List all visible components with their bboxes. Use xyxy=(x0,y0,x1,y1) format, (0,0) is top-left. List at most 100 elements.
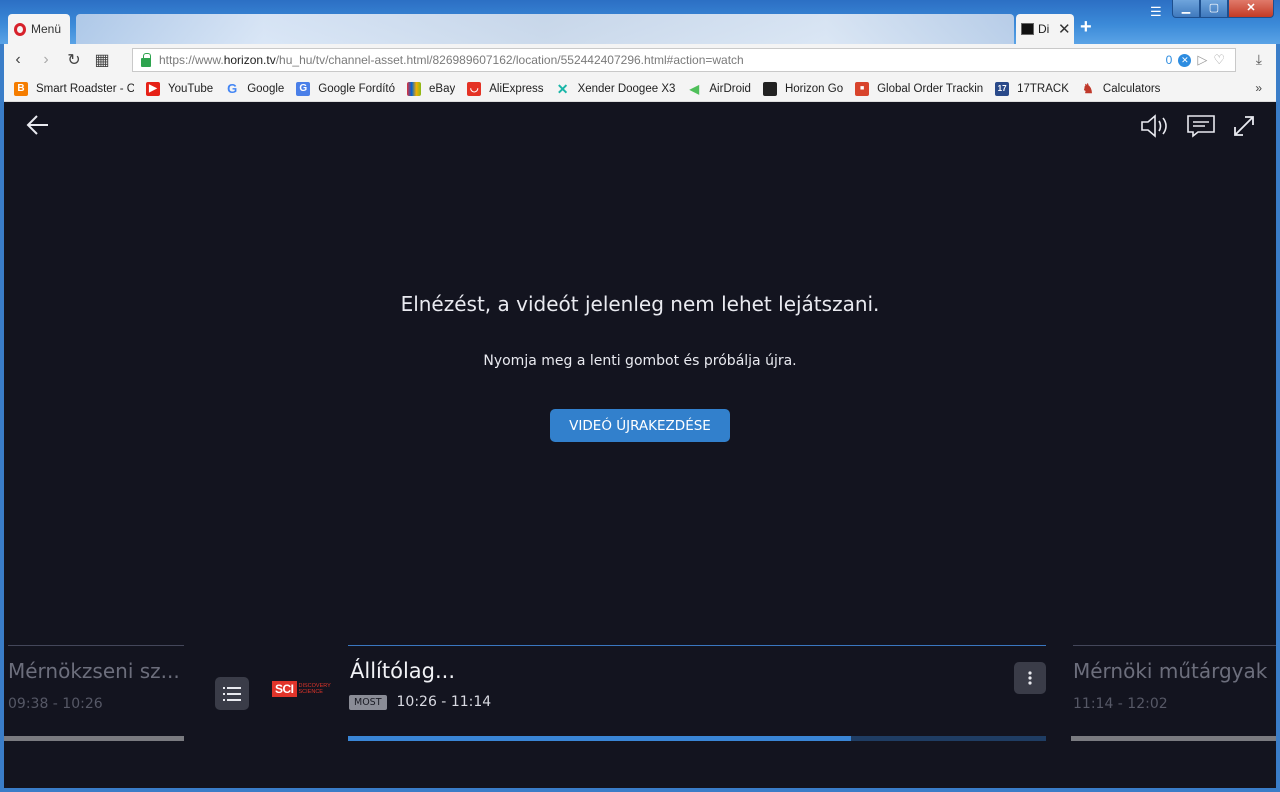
bookmark-label: Xender Doogee X3 xyxy=(577,82,676,95)
bookmark-item[interactable]: ▶ YouTube xyxy=(146,81,214,96)
bookmark-item[interactable]: G Google Fordító xyxy=(296,81,396,96)
window-border xyxy=(0,44,4,792)
tab-favicon-icon xyxy=(1021,23,1034,35)
bookmark-label: Smart Roadster - Con xyxy=(36,82,134,95)
send-icon[interactable]: ▷ xyxy=(1197,52,1207,68)
more-options-button[interactable] xyxy=(1014,662,1046,694)
bookmark-label: eBay xyxy=(429,82,456,95)
tracking-icon: ■ xyxy=(855,81,870,96)
bookmark-label: Horizon Go xyxy=(784,82,844,95)
adblock-count: 0 xyxy=(1165,53,1173,67)
aliexpress-icon: ◡ xyxy=(467,81,482,96)
program-progress-fill xyxy=(348,736,851,741)
17track-icon: 17 xyxy=(995,81,1010,96)
url-host: horizon.tv xyxy=(223,53,276,67)
program-progress-bar xyxy=(1071,736,1276,741)
speed-dial-icon[interactable]: ▦ xyxy=(88,50,116,70)
more-vertical-icon xyxy=(1028,671,1032,685)
channel-logo-subtext: DISCOVERY SCIENCE xyxy=(298,683,331,695)
bookmarks-bar: B Smart Roadster - Con ▶ YouTube G Google G… xyxy=(4,76,1276,102)
back-arrow-icon[interactable] xyxy=(26,114,50,141)
google-icon: G xyxy=(227,81,238,96)
fullscreen-icon[interactable] xyxy=(1232,114,1256,138)
channel-logo-mark: SCI xyxy=(272,681,297,697)
xender-icon: ✕ xyxy=(556,81,569,96)
bookmark-item[interactable]: ■ Global Order Tracking xyxy=(855,81,984,96)
error-message-title: Elnézést, a videót jelenleg nem lehet le… xyxy=(400,292,880,316)
minimize-button[interactable]: ▁ xyxy=(1172,0,1200,18)
address-toolbar: ‹ › ↻ ▦ https://www.horizon.tv/hu_hu/tv/… xyxy=(4,44,1276,76)
blogger-icon: B xyxy=(14,81,28,96)
subtitles-icon[interactable] xyxy=(1186,114,1216,138)
divider xyxy=(8,645,184,646)
window-controls: ▁ ▢ ✕ xyxy=(1172,0,1274,18)
bookmark-item[interactable]: ♞ Calculators xyxy=(1081,81,1161,96)
volume-icon[interactable] xyxy=(1140,114,1170,138)
tab-strip[interactable] xyxy=(76,14,1014,44)
bookmark-label: YouTube xyxy=(168,82,214,95)
bookmark-label: AirDroid xyxy=(709,82,751,95)
now-badge: MOST xyxy=(349,694,387,710)
window-border xyxy=(1276,44,1280,792)
url-field[interactable]: https://www.horizon.tv/hu_hu/tv/channel-… xyxy=(132,48,1236,72)
calculator-icon: ♞ xyxy=(1082,81,1094,96)
program-progress-bar[interactable] xyxy=(348,736,1046,741)
tab-menu-icon[interactable]: ☰ xyxy=(1150,4,1162,20)
url-actions: 0 ✕ ▷ ♡ xyxy=(1166,52,1225,68)
opera-menu-button[interactable]: Menü xyxy=(8,14,70,44)
bookmarks-overflow-icon[interactable]: » xyxy=(1255,81,1262,95)
adblock-icon[interactable]: ✕ xyxy=(1178,53,1192,67)
youtube-icon: ▶ xyxy=(146,81,160,96)
maximize-button[interactable]: ▢ xyxy=(1200,0,1228,18)
program-meta: MOST 10:26 - 11:14 xyxy=(349,694,1046,710)
bookmark-item[interactable]: 17 17TRACK xyxy=(995,81,1069,96)
reload-icon[interactable]: ↻ xyxy=(60,50,88,70)
window-border xyxy=(0,788,1280,792)
url-path: /hu_hu/tv/channel-asset.html/82698960716… xyxy=(275,53,744,67)
previous-program[interactable]: Mérnökzseni sz... 09:38 - 10:26 xyxy=(4,645,184,741)
back-nav-icon[interactable]: ‹ xyxy=(4,51,32,69)
video-player: Elnézést, a videót jelenleg nem lehet le… xyxy=(4,102,1276,788)
url-text: https://www.horizon.tv/hu_hu/tv/channel-… xyxy=(159,53,744,67)
program-time: 09:38 - 10:26 xyxy=(8,696,103,712)
restart-video-button[interactable]: VIDEÓ ÚJRAKEZDÉSE xyxy=(550,409,730,442)
bookmark-label: Google Fordító xyxy=(318,82,396,95)
next-program[interactable]: Mérnöki műtárgyak 11:14 - 12:02 xyxy=(1071,645,1276,741)
program-title: Mérnöki műtárgyak xyxy=(1073,659,1268,683)
new-tab-button[interactable]: + xyxy=(1080,16,1092,39)
program-time: 10:26 - 11:14 xyxy=(396,694,492,710)
ebay-icon xyxy=(407,81,422,96)
url-prefix: https://www. xyxy=(159,53,224,67)
heart-bookmark-icon[interactable]: ♡ xyxy=(1213,52,1225,68)
opera-logo-icon xyxy=(14,22,26,36)
download-icon[interactable]: ⤓ xyxy=(1256,51,1262,68)
bookmark-label: Google xyxy=(247,82,285,95)
bookmark-item[interactable]: ✕ Xender Doogee X3 xyxy=(556,82,676,96)
bookmark-item[interactable]: eBay xyxy=(407,81,456,96)
bookmark-item[interactable]: B Smart Roadster - Con xyxy=(14,81,134,96)
menu-label: Menü xyxy=(31,22,62,36)
list-icon xyxy=(223,686,241,701)
bookmark-label: Calculators xyxy=(1102,82,1161,95)
bookmark-item[interactable]: Horizon Go xyxy=(762,81,844,96)
channel-logo: SCI DISCOVERY SCIENCE xyxy=(272,678,331,700)
bookmark-item[interactable]: ◀ AirDroid xyxy=(687,82,751,96)
bookmark-label: 17TRACK xyxy=(1017,82,1069,95)
lock-icon xyxy=(141,52,151,67)
forward-nav-icon[interactable]: › xyxy=(32,51,60,69)
bookmark-item[interactable]: ◡ AliExpress xyxy=(467,81,544,96)
program-title: Mérnökzseni sz... xyxy=(8,659,180,683)
window-close-button[interactable]: ✕ xyxy=(1228,0,1274,18)
active-tab[interactable]: Di ✕ xyxy=(1016,14,1074,44)
program-list-button[interactable] xyxy=(215,677,249,710)
tab-title: Di xyxy=(1038,22,1050,36)
window-titlebar: Menü Di ✕ + ☰ ▁ ▢ ✕ xyxy=(0,0,1280,44)
translate-icon: G xyxy=(296,81,311,96)
horizon-icon xyxy=(762,81,777,96)
bookmark-item[interactable]: G Google xyxy=(225,82,284,96)
current-program: Állítólag... MOST 10:26 - 11:14 xyxy=(348,645,1046,741)
divider xyxy=(348,645,1046,646)
tab-close-icon[interactable]: ✕ xyxy=(1058,20,1071,38)
bookmark-label: Global Order Tracking xyxy=(877,82,984,95)
divider xyxy=(1073,645,1276,646)
